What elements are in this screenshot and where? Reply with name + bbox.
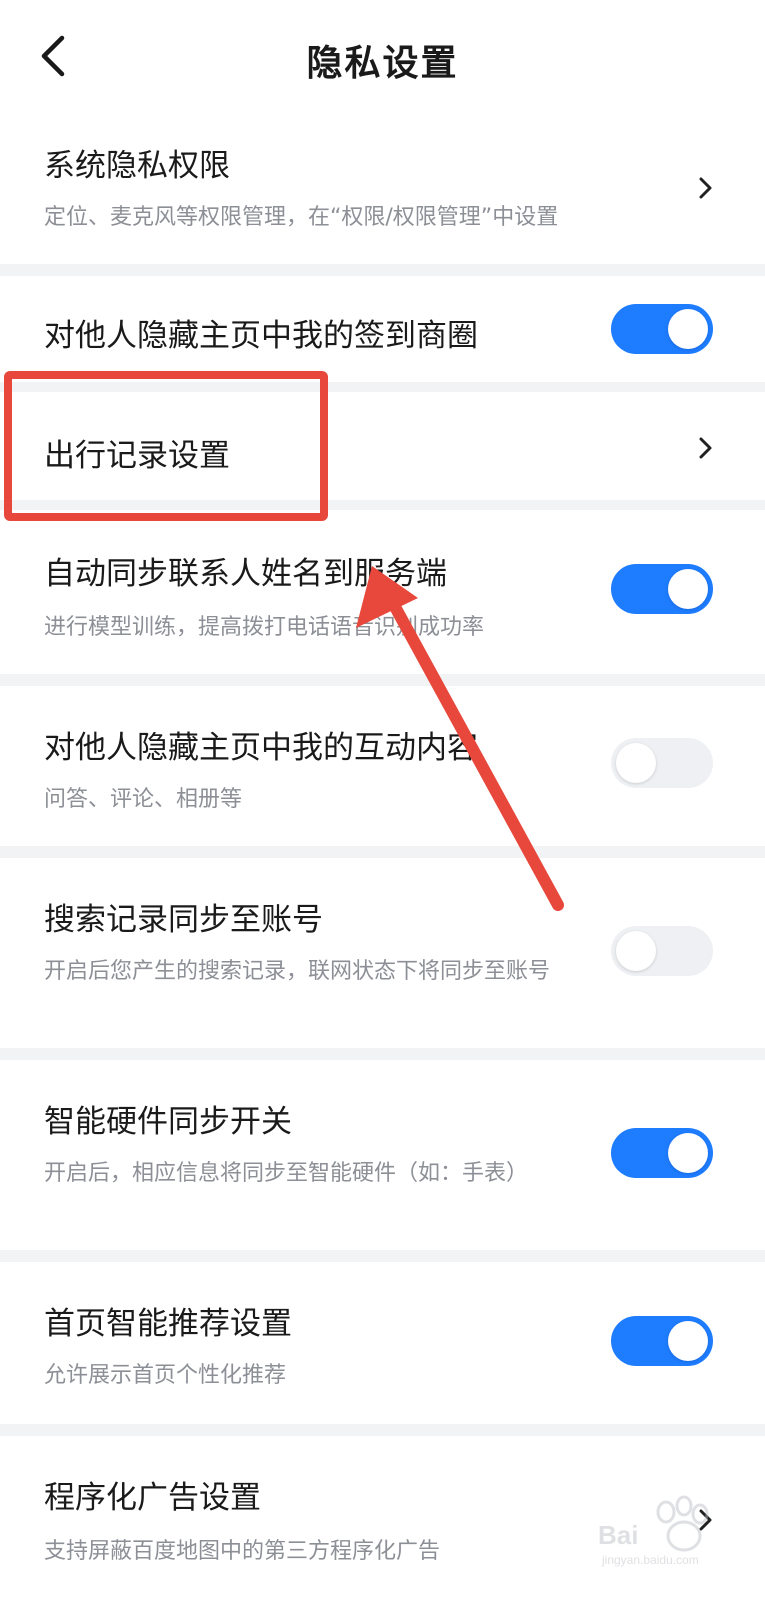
- row-title: 自动同步联系人姓名到服务端: [44, 556, 447, 592]
- row-description: 进行模型训练，提高拨打电话语音识别成功率: [44, 615, 485, 640]
- sync-search-toggle[interactable]: [611, 926, 713, 976]
- hide-interactions-toggle[interactable]: [611, 738, 713, 788]
- row-description: 定位、麦克风等权限管理，在“权限/权限管理”中设置: [44, 205, 559, 230]
- nav-header: 隐私设置: [0, 0, 765, 105]
- settings-row-programmatic-ads[interactable]: 程序化广告设置 支持屏蔽百度地图中的第三方程序化广告: [0, 1436, 765, 1600]
- row-title: 对他人隐藏主页中我的互动内容: [44, 730, 478, 766]
- row-description: 开启后您产生的搜索记录，联网状态下将同步至账号: [44, 959, 551, 984]
- page-title: 隐私设置: [306, 43, 459, 84]
- chevron-right-icon: [692, 434, 720, 462]
- hide-checkin-toggle[interactable]: [611, 304, 713, 354]
- row-description: 开启后，相应信息将同步至智能硬件（如：手表）: [44, 1161, 529, 1186]
- settings-row-hide-interactions: 对他人隐藏主页中我的互动内容 问答、评论、相册等: [0, 686, 765, 846]
- settings-row-system-privacy[interactable]: 系统隐私权限 定位、麦克风等权限管理，在“权限/权限管理”中设置: [0, 104, 765, 264]
- toggle-knob: [668, 1321, 708, 1361]
- sync-contacts-toggle[interactable]: [611, 564, 713, 614]
- settings-row-sync-search: 搜索记录同步至账号 开启后您产生的搜索记录，联网状态下将同步至账号: [0, 858, 765, 1048]
- row-title: 出行记录设置: [44, 438, 230, 474]
- chevron-right-icon: [692, 174, 720, 202]
- toggle-knob: [616, 743, 656, 783]
- row-title: 系统隐私权限: [44, 148, 230, 184]
- chevron-right-icon: [692, 1506, 720, 1534]
- row-description: 问答、评论、相册等: [44, 787, 243, 812]
- row-title: 搜索记录同步至账号: [44, 902, 323, 938]
- toggle-knob: [616, 931, 656, 971]
- row-description: 允许展示首页个性化推荐: [44, 1363, 287, 1388]
- toggle-knob: [668, 309, 708, 349]
- toggle-knob: [668, 1133, 708, 1173]
- smart-recommend-toggle[interactable]: [611, 1316, 713, 1366]
- settings-row-smart-hardware: 智能硬件同步开关 开启后，相应信息将同步至智能硬件（如：手表）: [0, 1060, 765, 1250]
- row-title: 对他人隐藏主页中我的签到商圈: [44, 318, 478, 354]
- row-title: 智能硬件同步开关: [44, 1104, 292, 1140]
- row-title: 首页智能推荐设置: [44, 1306, 292, 1342]
- settings-row-hide-checkin: 对他人隐藏主页中我的签到商圈: [0, 276, 765, 382]
- settings-row-smart-recommend: 首页智能推荐设置 允许展示首页个性化推荐: [0, 1262, 765, 1424]
- smart-hardware-toggle[interactable]: [611, 1128, 713, 1178]
- toggle-knob: [668, 569, 708, 609]
- row-title: 程序化广告设置: [44, 1480, 261, 1516]
- row-description: 支持屏蔽百度地图中的第三方程序化广告: [44, 1539, 441, 1564]
- settings-row-travel-records[interactable]: 出行记录设置: [0, 392, 765, 500]
- settings-row-sync-contacts: 自动同步联系人姓名到服务端 进行模型训练，提高拨打电话语音识别成功率: [0, 510, 765, 674]
